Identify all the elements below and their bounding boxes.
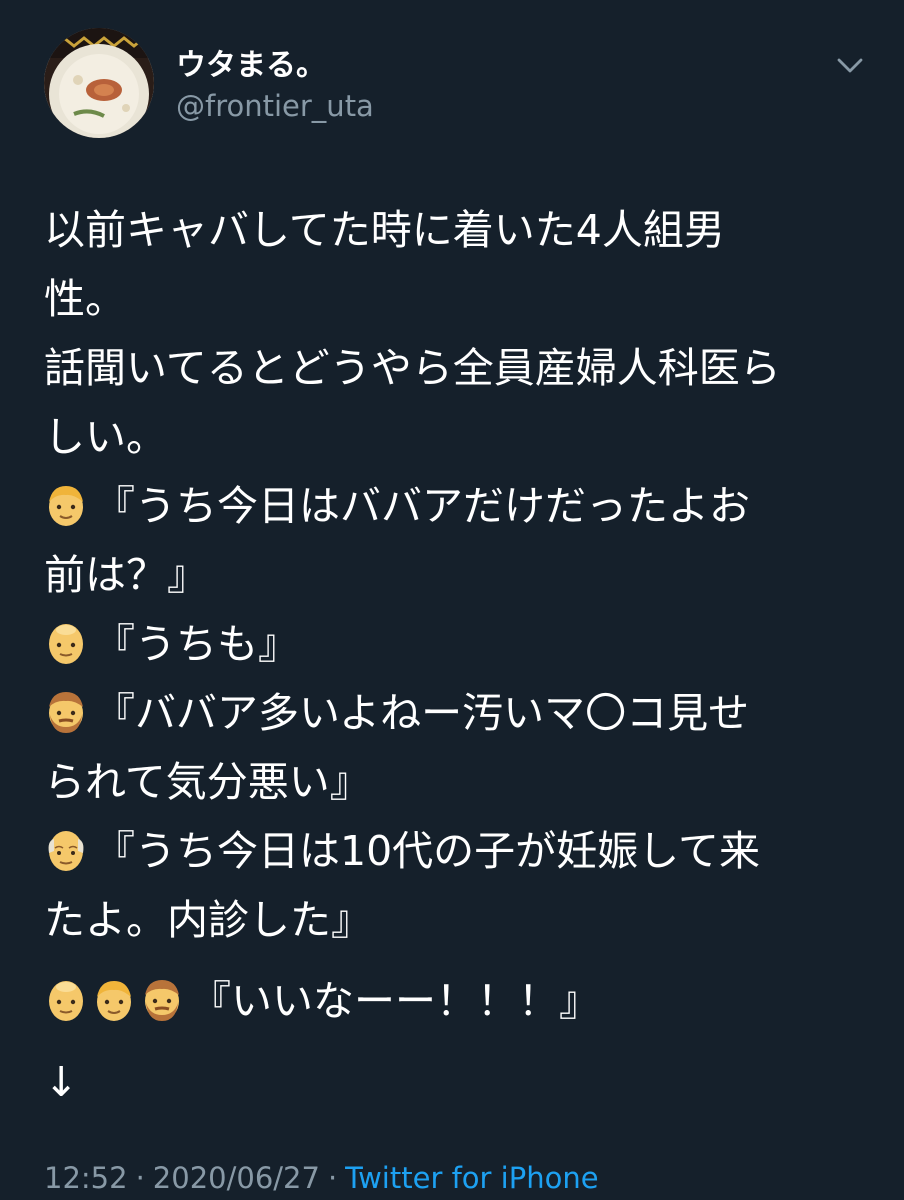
down-arrow: ↓	[44, 1058, 79, 1106]
tweet-line-text: 『ババア多いよねー汚いマ〇コ見せ	[94, 689, 750, 737]
tweet-time[interactable]: 12:52	[44, 1161, 128, 1195]
author-display-name[interactable]: ウタまる。	[176, 46, 326, 86]
tweet-line-text: 『うち今日はババアだけだったよお	[94, 482, 750, 530]
tweet-line-text: 『うちも』	[94, 620, 299, 668]
tweet-line: 性。	[44, 275, 126, 323]
tweet-line: たよ。内診した』	[44, 896, 372, 944]
ramen-bowl-avatar	[44, 28, 154, 138]
tweet-line-text: 『うち今日は10代の子が妊娠して来	[94, 827, 760, 875]
tweet-date[interactable]: 2020/06/27	[153, 1161, 320, 1195]
tweet-line-with-emoji: 『うちも』	[44, 610, 864, 679]
tweet-line: 話聞いてるとどうやら全員産婦人科医ら	[44, 344, 781, 392]
tweet-line: 前は？』	[44, 551, 208, 599]
meta-separator: ·	[135, 1161, 145, 1195]
author-handle[interactable]: @frontier_uta	[176, 86, 374, 126]
man-blond-face-icon	[92, 977, 136, 1023]
tweet-line-with-emoji: 『うち今日はババアだけだったよお	[44, 472, 864, 541]
tweet-source-link[interactable]: Twitter for iPhone	[345, 1161, 598, 1195]
tweet-line-text: 『いいなーー！！！』	[190, 977, 600, 1025]
tweet-metadata: 12:52 · 2020/06/27 · Twitter for iPhone	[44, 1158, 599, 1198]
tweet-line: しい。	[44, 413, 167, 461]
bald-man-face-icon	[44, 620, 88, 666]
tweet-line: 以前キャバしてた時に着いた4人組男	[44, 206, 725, 254]
tweet-line: られて気分悪い』	[44, 758, 371, 806]
tweet-detail: ウタまる。 @frontier_uta 以前キャバしてた時に着いた4人組男 性。…	[0, 0, 904, 1200]
meta-separator: ·	[327, 1161, 338, 1195]
tweet-text: 以前キャバしてた時に着いた4人組男 性。 話聞いてるとどうやら全員産婦人科医ら …	[44, 196, 864, 1117]
man-blond-face-icon	[44, 482, 88, 528]
author-avatar[interactable]	[44, 28, 154, 138]
tweet-line-with-emoji: 『うち今日は10代の子が妊娠して来	[44, 817, 864, 886]
chevron-down-icon[interactable]	[834, 52, 866, 80]
bearded-man-face-icon	[140, 977, 184, 1023]
old-man-face-icon	[44, 827, 88, 873]
bald-man-face-icon	[44, 977, 88, 1023]
tweet-line-with-emoji: 『いいなーー！！！』	[44, 967, 864, 1036]
tweet-line-with-emoji: 『ババア多いよねー汚いマ〇コ見せ	[44, 679, 864, 748]
bearded-man-face-icon	[44, 689, 88, 735]
